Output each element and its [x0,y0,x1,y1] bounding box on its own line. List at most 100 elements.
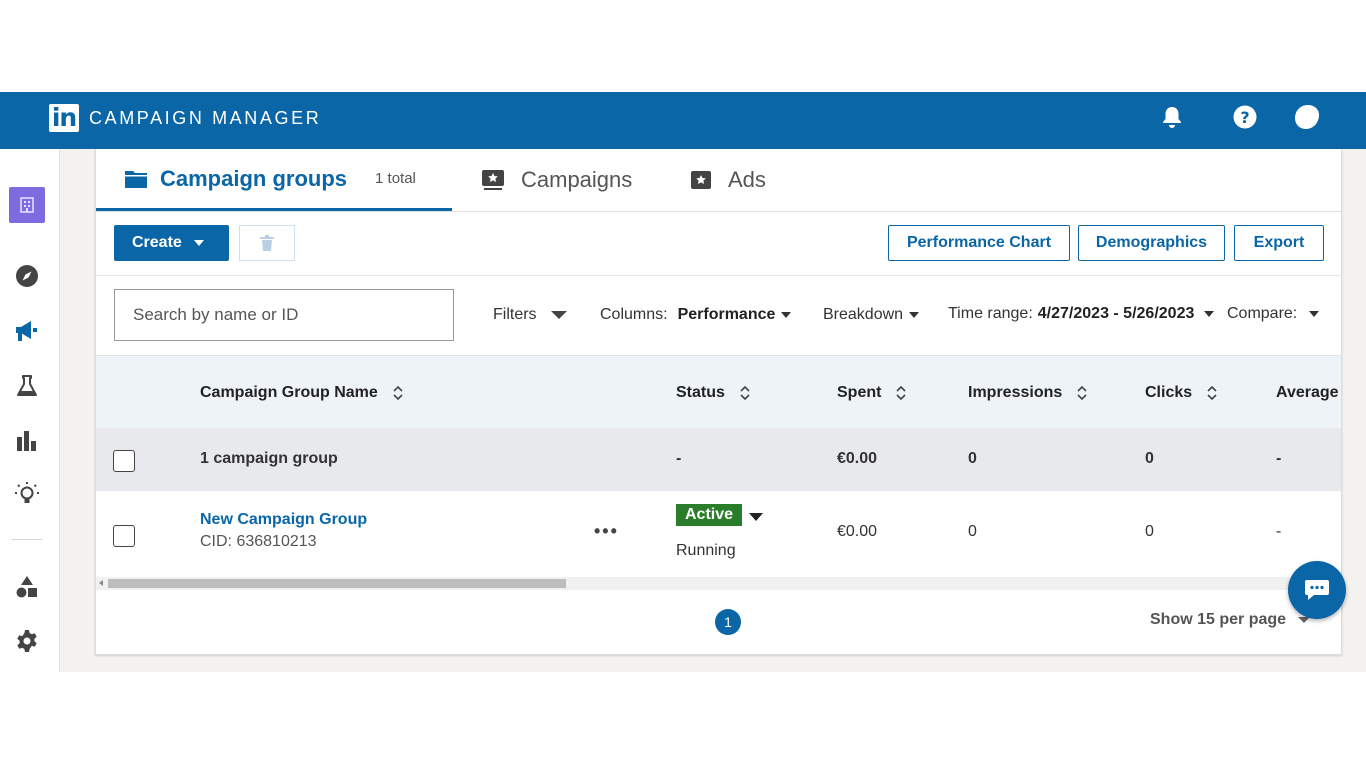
per-page-dropdown[interactable]: Show 15 per page [1150,611,1311,629]
app-title[interactable]: CAMPAIGN MANAGER [89,108,321,129]
scrollbar-thumb[interactable] [108,579,566,588]
ad-star-icon [690,170,712,190]
svg-text:?: ? [1240,108,1249,127]
delete-button[interactable] [239,225,295,261]
summary-average: - [1276,450,1282,467]
time-range-dropdown[interactable]: Time range: 4/27/2023 - 5/26/2023 [948,305,1215,323]
account-icon[interactable] [9,187,45,223]
search-input[interactable]: Search by name or ID [114,289,454,341]
summary-clicks: 0 [1145,450,1154,467]
bell-icon[interactable] [1159,104,1185,130]
lab-flask-icon[interactable] [14,373,40,399]
avatar[interactable] [1291,101,1323,133]
time-range-value: 4/27/2023 - 5/26/2023 [1037,305,1195,322]
summary-status: - [676,450,682,467]
tab-ads[interactable]: Ads [690,149,766,211]
column-header-average-label: Average [1276,383,1339,401]
time-range-label: Time range: [948,305,1033,322]
column-header-clicks[interactable]: Clicks [1145,356,1218,429]
chevron-down-icon [1204,311,1215,317]
create-button[interactable]: Create [114,225,229,261]
column-header-status[interactable]: Status [676,356,751,429]
filters-label: Filters [493,306,537,323]
row-clicks: 0 [1145,523,1154,540]
columns-dropdown[interactable]: Columns: Performance [600,306,792,324]
shapes-icon[interactable] [14,574,40,600]
sort-icon[interactable] [739,385,751,400]
breakdown-label: Breakdown [823,306,904,323]
sort-icon[interactable] [392,385,404,400]
columns-label: Columns: [600,306,668,323]
select-all-checkbox[interactable] [113,450,135,472]
action-toolbar: Create Performance Chart Demographics Ex… [96,212,1341,276]
filter-bar: Search by name or ID Filters Columns: Pe… [96,276,1341,355]
compare-dropdown[interactable]: Compare: [1227,305,1320,323]
summary-impressions: 0 [968,450,977,467]
column-header-average[interactable]: Average [1276,356,1339,429]
column-header-impressions[interactable]: Impressions [968,356,1088,429]
help-icon[interactable]: ? [1232,104,1258,130]
column-header-clicks-label: Clicks [1145,383,1193,401]
per-page-label: Show 15 per page [1150,611,1287,628]
column-header-spent-label: Spent [837,383,882,401]
column-header-spent[interactable]: Spent [837,356,907,429]
column-header-name[interactable]: Campaign Group Name [200,356,404,429]
filters-dropdown[interactable]: Filters [493,306,567,324]
chat-help-button[interactable] [1288,561,1346,619]
row-checkbox[interactable] [113,525,135,547]
more-options-icon[interactable]: ••• [594,521,619,542]
compare-label: Compare: [1227,305,1298,322]
campaign-groups-panel: Campaign groups 1 total Campaigns Ads Cr… [95,149,1342,655]
tab-bar: Campaign groups 1 total Campaigns Ads [96,149,1341,212]
status-text: Running [676,542,736,559]
row-impressions: 0 [968,523,977,540]
linkedin-logo[interactable]: in [49,104,79,132]
row-average: - [1276,523,1282,540]
chevron-down-icon [1309,311,1320,317]
sidebar-divider [12,539,42,540]
row-spent: €0.00 [837,523,878,540]
summary-row: 1 campaign group - €0.00 0 0 - [96,428,1341,491]
campaign-group-name-link[interactable]: New Campaign Group [200,511,367,529]
table-row: New Campaign Group CID: 636810213 ••• Ac… [96,491,1341,578]
summary-name: 1 campaign group [200,450,338,467]
performance-chart-button[interactable]: Performance Chart [888,225,1070,261]
tab-campaigns[interactable]: Campaigns [481,149,632,211]
gear-icon[interactable] [14,628,40,654]
horizontal-scrollbar[interactable] [96,577,1341,590]
sort-icon[interactable] [895,385,907,400]
compass-icon[interactable] [14,263,40,289]
campaign-group-cid: CID: 636810213 [200,533,317,550]
page-1-button[interactable]: 1 [715,609,741,635]
chevron-down-icon [909,312,920,318]
chevron-down-icon [193,240,204,246]
export-button[interactable]: Export [1234,225,1324,261]
status-badge[interactable]: Active [676,504,743,526]
campaign-star-icon [481,169,505,191]
tab-campaign-groups[interactable]: Campaign groups 1 total [96,149,452,211]
summary-spent: €0.00 [837,450,878,467]
breakdown-dropdown[interactable]: Breakdown [823,306,920,324]
column-header-name-label: Campaign Group Name [200,383,378,401]
sort-icon[interactable] [1206,385,1218,400]
tab-campaign-groups-label: Campaign groups [160,165,348,191]
megaphone-icon[interactable] [14,318,40,344]
tab-campaigns-label: Campaigns [521,167,633,192]
demographics-button[interactable]: Demographics [1078,225,1225,261]
folder-icon [124,169,148,189]
column-header-impressions-label: Impressions [968,383,1063,401]
status-chevron-down-icon[interactable] [749,513,763,521]
chevron-down-icon [550,311,567,319]
create-button-label: Create [132,234,182,251]
bar-chart-icon[interactable] [14,427,40,453]
columns-value: Performance [677,306,776,323]
chat-bubble-icon [1303,577,1331,603]
tab-ads-label: Ads [728,167,766,192]
trash-icon [260,235,274,251]
column-header-status-label: Status [676,383,725,401]
tab-campaign-groups-count: 1 total [375,170,416,187]
scroll-left-icon[interactable] [99,580,103,586]
lightbulb-icon[interactable] [14,480,40,506]
sort-icon[interactable] [1076,385,1088,400]
chevron-down-icon [781,312,792,318]
